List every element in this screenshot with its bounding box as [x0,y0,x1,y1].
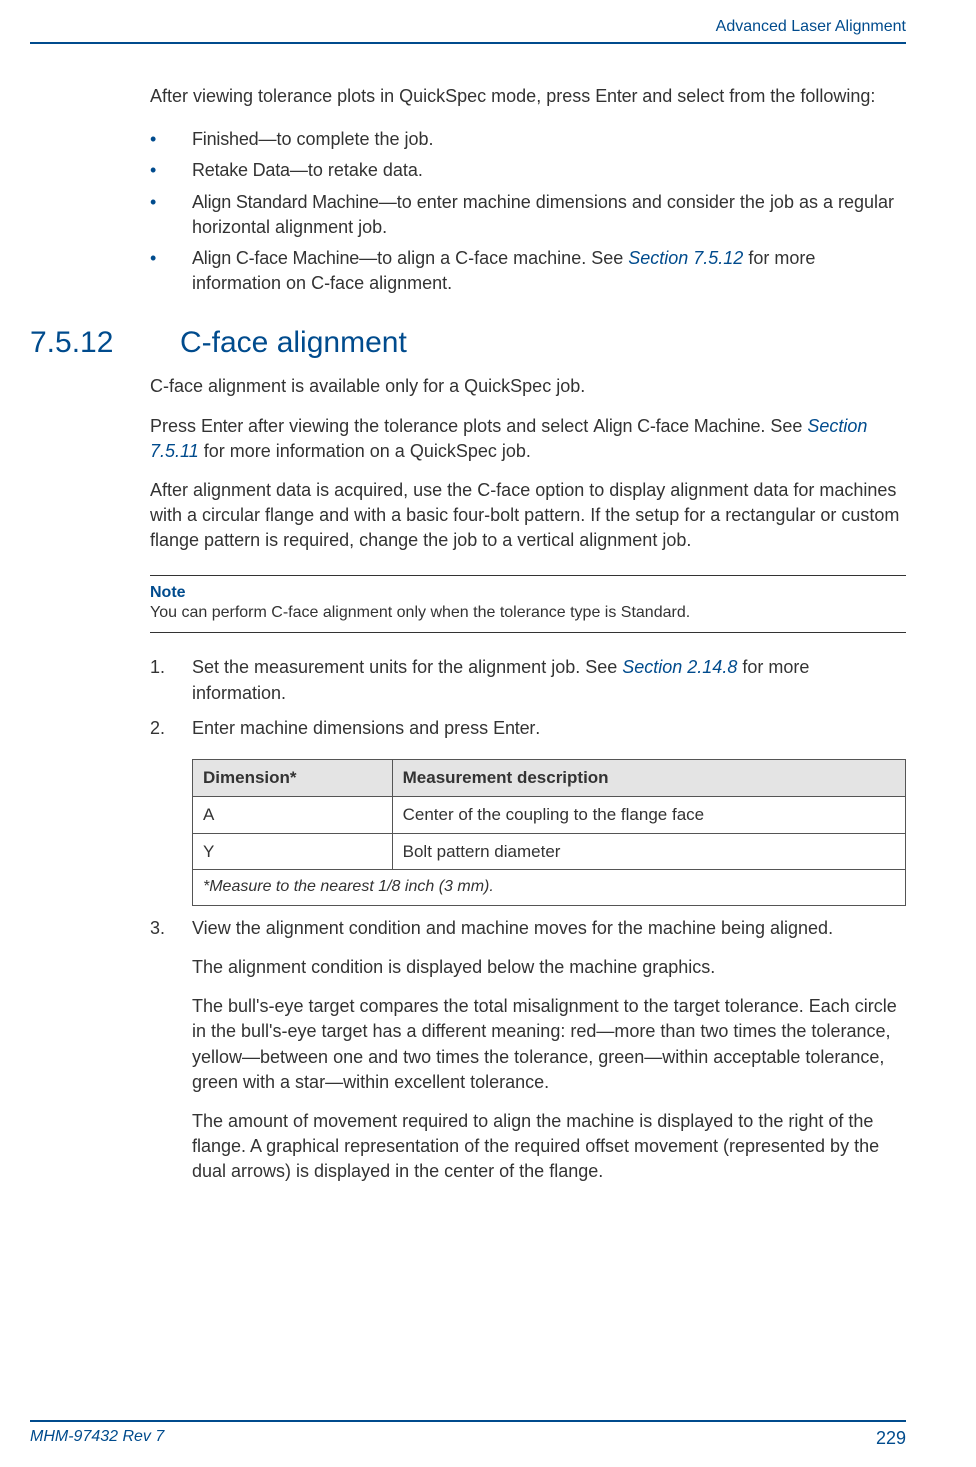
p2-c: . See [760,416,807,436]
option-name: Retake Data [192,160,290,180]
intro-key: Enter [595,86,637,106]
section-title: C-face alignment [180,326,407,360]
option-align-standard: Align Standard Machine—to enter machine … [150,190,906,240]
step-3: View the alignment condition and machine… [150,916,906,1185]
table-row: A Center of the coupling to the flange f… [193,796,906,833]
page-footer: MHM-97432 Rev 7 229 [30,1420,906,1449]
option-name: Align Standard Machine [192,192,379,212]
p2-a: Press [150,416,201,436]
cell-dim: Y [193,833,393,870]
p2-d: for more information on a QuickSpec job. [199,441,531,461]
step3-p3: The amount of movement required to align… [192,1109,906,1185]
option-desc: —to complete the job. [258,129,433,149]
table-footnote: *Measure to the nearest 1/8 inch (3 mm). [193,870,906,905]
option-retake: Retake Data—to retake data. [150,158,906,183]
cell-dim: A [193,796,393,833]
body-p1: C-face alignment is available only for a… [150,374,906,399]
dimension-table: Dimension* Measurement description A Cen… [192,759,906,906]
intro-paragraph: After viewing tolerance plots in QuickSp… [150,84,906,109]
section-link-2148[interactable]: Section 2.14.8 [622,657,737,677]
option-finished: Finished—to complete the job. [150,127,906,152]
step3-p1: The alignment condition is displayed bel… [192,955,906,980]
section-number: 7.5.12 [30,326,180,360]
th-dimension: Dimension* [193,760,393,797]
option-name: Align C-face Machine [192,248,359,268]
step3-lead: View the alignment condition and machine… [192,918,833,938]
footer-page-number: 229 [876,1428,906,1449]
options-list: Finished—to complete the job. Retake Dat… [150,127,906,296]
footer-doc-id: MHM-97432 Rev 7 [30,1428,164,1449]
step2-b: . [535,718,540,738]
step-1: Set the measurement units for the alignm… [150,655,906,705]
step2-a: Enter machine dimensions and press [192,718,493,738]
body-p2: Press Enter after viewing the tolerance … [150,414,906,464]
step1-a: Set the measurement units for the alignm… [192,657,622,677]
option-desc-a: —to align a C-face machine. See [359,248,628,268]
cell-desc: Center of the coupling to the flange fac… [392,796,905,833]
step2-key: Enter [493,718,535,738]
body-p3: After alignment data is acquired, use th… [150,478,906,554]
option-name: Finished [192,129,258,149]
table-footnote-row: *Measure to the nearest 1/8 inch (3 mm). [193,870,906,905]
section-link-7512[interactable]: Section 7.5.12 [628,248,743,268]
note-block: Note You can perform C-face alignment on… [150,575,906,633]
cell-desc: Bolt pattern diameter [392,833,905,870]
table-row: Y Bolt pattern diameter [193,833,906,870]
note-label: Note [150,584,906,602]
step3-p2: The bull's-eye target compares the total… [192,994,906,1095]
steps-list: Set the measurement units for the alignm… [150,655,906,1184]
option-align-cface: Align C-face Machine—to align a C-face m… [150,246,906,296]
running-header: Advanced Laser Alignment [30,18,906,44]
step-2: Enter machine dimensions and press Enter… [150,716,906,906]
option-desc: —to retake data. [290,160,423,180]
p2-b: after viewing the tolerance plots and se… [243,416,593,436]
p2-key2: Align C-face Machine [593,416,760,436]
th-description: Measurement description [392,760,905,797]
note-text: You can perform C-face alignment only wh… [150,604,906,622]
p2-key1: Enter [201,416,243,436]
intro-text-a: After viewing tolerance plots in QuickSp… [150,86,595,106]
intro-text-b: and select from the following: [637,86,875,106]
